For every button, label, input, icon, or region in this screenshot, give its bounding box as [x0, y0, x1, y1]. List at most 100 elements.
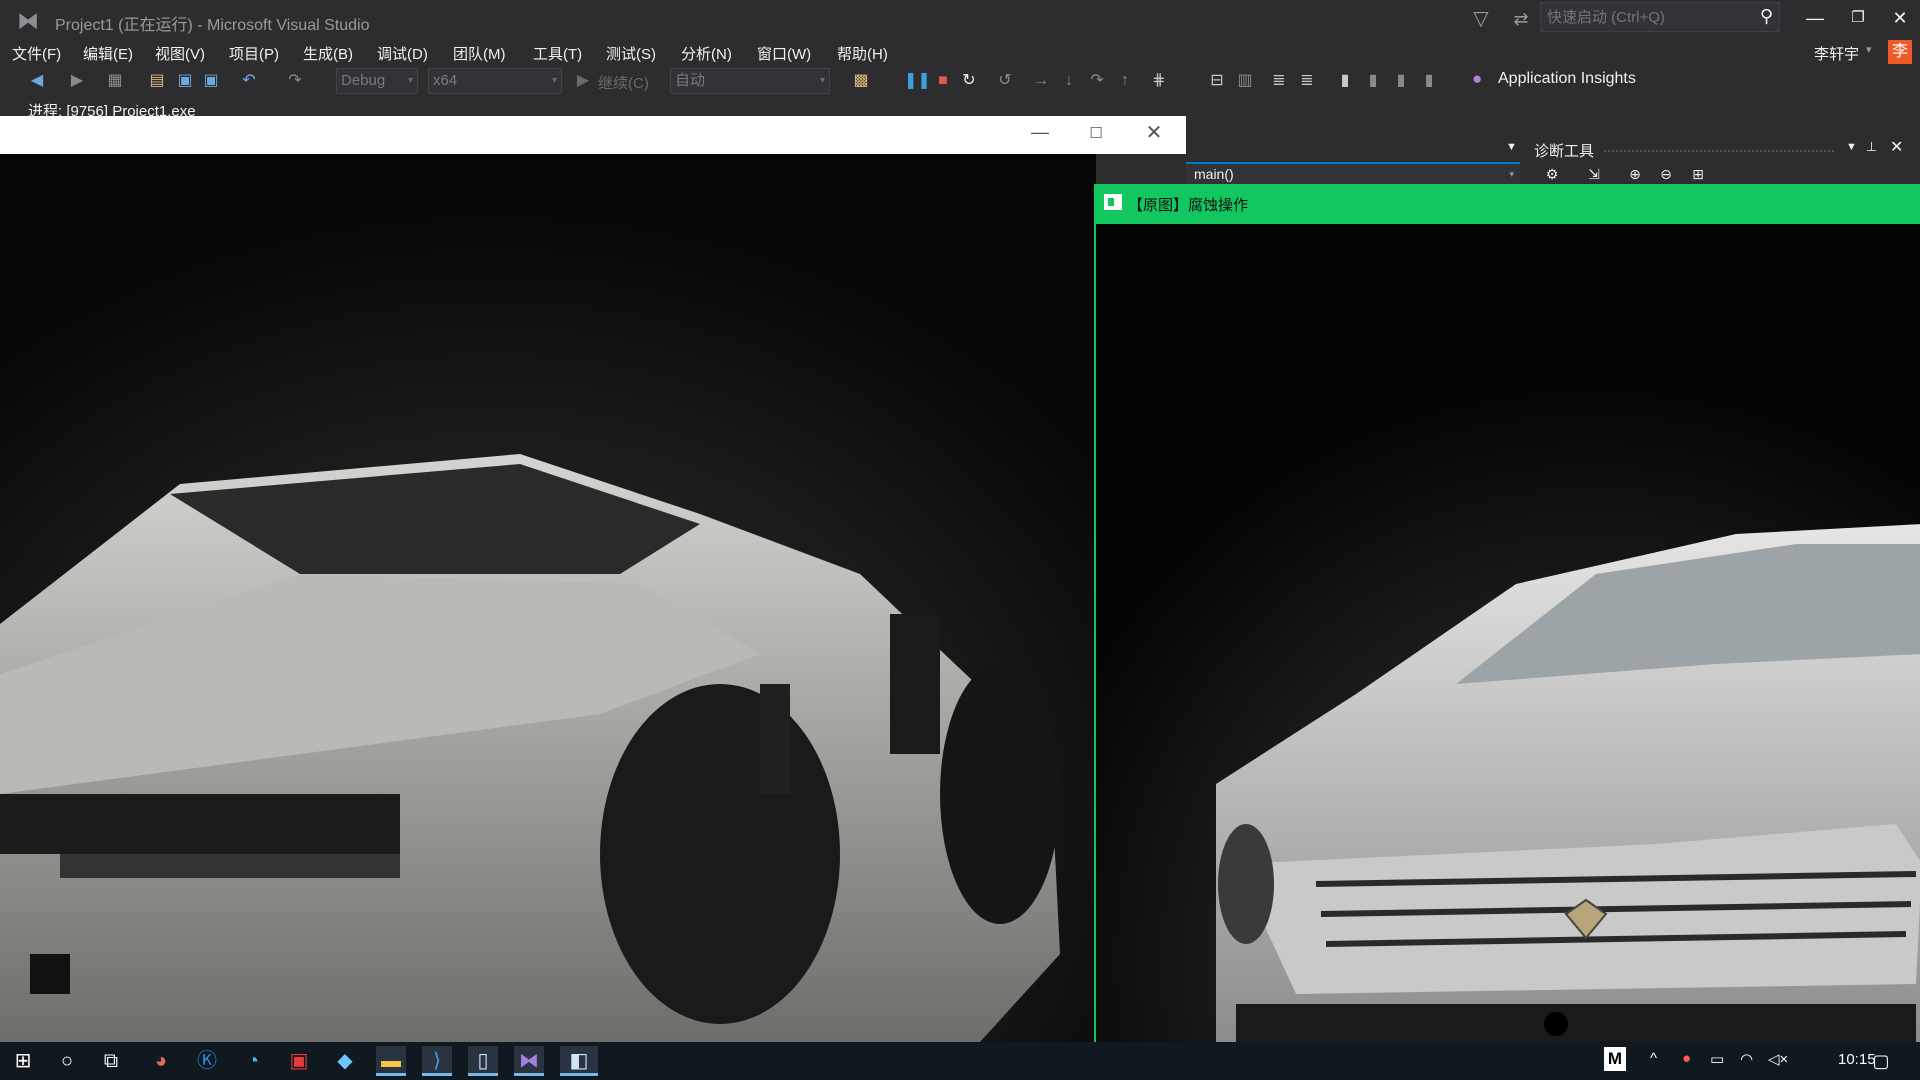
close-button[interactable]: ✕: [1142, 120, 1166, 144]
chevron-down-icon[interactable]: ▼: [1506, 141, 1517, 153]
platform-select[interactable]: x64 ▾: [428, 68, 562, 94]
chevron-down-icon: ▾: [819, 75, 825, 86]
tray-m-icon[interactable]: M: [1604, 1047, 1626, 1071]
undo-icon[interactable]: ↶: [238, 70, 260, 92]
eroded-car-image: [0, 154, 1096, 1042]
chevron-down-icon[interactable]: ▼: [1846, 141, 1857, 153]
show-next-statement-icon[interactable]: ↺: [994, 70, 1016, 92]
clear-bookmarks-icon[interactable]: ▮: [1418, 70, 1440, 92]
settings-icon[interactable]: ⚙: [1542, 166, 1562, 184]
start-windows-icon[interactable]: ⊞: [8, 1046, 38, 1076]
original-car-illustration: [1096, 224, 1920, 1042]
task-view-icon[interactable]: ⧉: [96, 1046, 126, 1076]
menu-bar: 文件(F) 编辑(E) 视图(V) 项目(P) 生成(B) 调试(D) 团队(M…: [0, 40, 1920, 66]
bookmark-icon[interactable]: ▮: [1334, 70, 1356, 92]
app-tool-icon[interactable]: ◆: [330, 1046, 360, 1076]
maximize-button[interactable]: ☐: [1084, 124, 1108, 148]
auto-value: 自动: [675, 72, 706, 89]
menu-project[interactable]: 项目(P): [229, 43, 279, 64]
user-name[interactable]: 李轩宇: [1814, 43, 1859, 64]
step-over-icon[interactable]: ↓: [1058, 70, 1080, 92]
auto-select[interactable]: 自动 ▾: [670, 68, 830, 94]
menu-view[interactable]: 视图(V): [155, 43, 205, 64]
app-k-icon[interactable]: Ⓚ: [192, 1046, 222, 1076]
step-into-icon[interactable]: →: [1030, 70, 1052, 92]
menu-team[interactable]: 团队(M): [453, 43, 506, 64]
avatar[interactable]: 李: [1888, 40, 1912, 64]
save-icon[interactable]: ▣: [174, 70, 196, 92]
prev-bookmark-icon[interactable]: ▮: [1362, 70, 1384, 92]
panel-grip: [1604, 150, 1834, 152]
indent-icon[interactable]: ≣: [1268, 70, 1290, 92]
menu-test[interactable]: 测试(S): [606, 43, 656, 64]
close-button[interactable]: ✕: [1885, 4, 1915, 32]
visual-studio-icon[interactable]: ⧓: [514, 1046, 544, 1076]
zoom-out-icon[interactable]: ⊖: [1656, 166, 1676, 184]
visual-studio-logo-icon: ⧓: [17, 8, 39, 33]
chevron-down-icon[interactable]: ▾: [1866, 43, 1872, 56]
minimize-button[interactable]: —: [1800, 4, 1830, 32]
opencv-window-icon[interactable]: ◧: [560, 1046, 598, 1076]
continue-play-icon[interactable]: ▶: [572, 70, 594, 92]
feedback-icon[interactable]: ⇄: [1508, 6, 1534, 32]
next-bookmark-icon[interactable]: ▮: [1390, 70, 1412, 92]
continue-button-label[interactable]: 继续(C): [598, 72, 649, 93]
menu-tools[interactable]: 工具(T): [533, 43, 582, 64]
vscode-icon[interactable]: ⟩: [422, 1046, 452, 1076]
new-project-icon[interactable]: ▦: [104, 70, 126, 92]
save-all-icon[interactable]: ▣: [200, 70, 222, 92]
restore-button[interactable]: ❐: [1843, 4, 1873, 32]
diagnostic-tools-title: 诊断工具: [1534, 143, 1595, 160]
zoom-in-icon[interactable]: ⊕: [1625, 166, 1645, 184]
minimize-button[interactable]: —: [1028, 122, 1052, 146]
cortana-search-icon[interactable]: ○: [52, 1046, 82, 1076]
solution-config-value: Debug: [341, 72, 386, 89]
menu-edit[interactable]: 编辑(E): [83, 43, 133, 64]
application-insights-button[interactable]: Application Insights: [1498, 70, 1636, 88]
menu-build[interactable]: 生成(B): [303, 43, 353, 64]
solution-config-select[interactable]: Debug ▾: [336, 68, 418, 94]
quick-launch-box[interactable]: ⚲: [1540, 2, 1780, 32]
menu-debug[interactable]: 调试(D): [377, 43, 428, 64]
debug-location-bar: [0, 96, 1920, 118]
qq-browser-icon[interactable]: ◔: [238, 1046, 268, 1076]
export-icon[interactable]: ⇲: [1584, 166, 1604, 184]
menu-analyze[interactable]: 分析(N): [681, 43, 732, 64]
menu-window[interactable]: 窗口(W): [757, 43, 811, 64]
youdao-dict-icon[interactable]: ▣: [284, 1046, 314, 1076]
step-up-icon[interactable]: ↑: [1114, 70, 1136, 92]
restart-icon[interactable]: ↻: [958, 70, 980, 92]
chevron-up-icon[interactable]: ^: [1650, 1050, 1657, 1067]
eroded-window-titlebar[interactable]: [0, 116, 1186, 154]
lifecycle-events-icon[interactable]: ▩: [850, 70, 872, 92]
redo-icon[interactable]: ↷: [284, 70, 306, 92]
hex-display-icon[interactable]: ⋕: [1148, 70, 1170, 92]
thread-icon[interactable]: ⊟: [1206, 70, 1228, 92]
outdent-icon[interactable]: ≣: [1296, 70, 1318, 92]
function-navigation-select[interactable]: main() ▾: [1186, 162, 1520, 184]
menu-help[interactable]: 帮助(H): [837, 43, 888, 64]
reset-zoom-icon[interactable]: ⊞: [1688, 166, 1708, 184]
volume-muted-icon[interactable]: ◁×: [1768, 1050, 1788, 1068]
file-explorer-icon[interactable]: ▬: [376, 1046, 406, 1076]
stop-debugging-icon[interactable]: ■: [932, 70, 954, 92]
menu-file[interactable]: 文件(F): [12, 43, 61, 64]
action-center-icon[interactable]: ▢: [1868, 1048, 1894, 1074]
notepad-icon[interactable]: ▯: [468, 1046, 498, 1076]
step-out-icon[interactable]: ↷: [1086, 70, 1108, 92]
pin-icon[interactable]: ⊥: [1866, 139, 1877, 155]
search-icon[interactable]: ⚲: [1760, 6, 1773, 27]
function-name: main(): [1194, 166, 1234, 182]
app-bird-icon[interactable]: ◕: [146, 1046, 176, 1076]
quick-launch-input[interactable]: [1541, 3, 1751, 31]
navigate-back-icon[interactable]: ◀: [26, 70, 48, 92]
break-all-icon[interactable]: ❚❚: [904, 70, 931, 92]
notification-filter-icon[interactable]: ▽: [1468, 6, 1494, 32]
navigate-forward-icon[interactable]: ▶: [66, 70, 88, 92]
qq-tray-icon[interactable]: ●: [1682, 1050, 1691, 1067]
battery-icon[interactable]: ▭: [1710, 1050, 1724, 1068]
stack-frame-icon[interactable]: ▥: [1234, 70, 1256, 92]
open-file-icon[interactable]: ▤: [146, 70, 168, 92]
wifi-icon[interactable]: ◠: [1740, 1050, 1753, 1068]
close-icon[interactable]: ✕: [1890, 137, 1903, 157]
